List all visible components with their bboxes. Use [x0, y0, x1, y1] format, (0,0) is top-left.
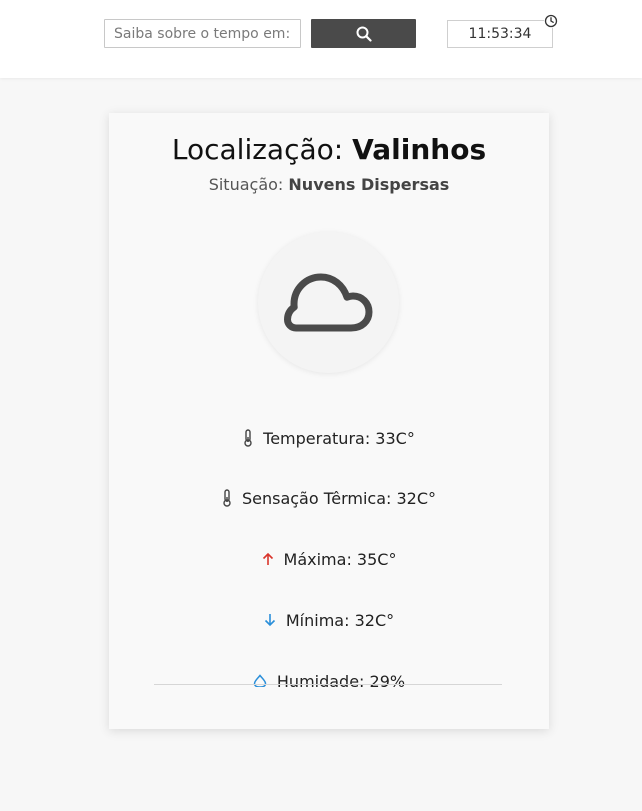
arrow-up-icon [262, 552, 274, 566]
search-input[interactable] [104, 19, 301, 48]
situation-line: Situação: Nuvens Dispersas [109, 175, 549, 194]
weather-icon-circle [258, 232, 399, 373]
clock-display: 11:53:34 [447, 20, 553, 48]
cloud-icon [283, 273, 372, 331]
stat-temperature-label: Temperatura: 33C° [263, 428, 415, 448]
search-icon [356, 26, 372, 42]
stat-min-label: Mínima: 32C° [285, 610, 395, 630]
divider [154, 684, 502, 685]
situation-label: Situação: [208, 175, 284, 194]
clock-icon [544, 14, 558, 28]
stat-temperature: Temperatura: 33C° [109, 423, 549, 453]
stat-min: Mínima: 32C° [109, 605, 549, 635]
stat-max-label: Máxima: 35C° [283, 549, 397, 569]
location-title: Localização: Valinhos [109, 133, 549, 166]
thermometer-icon [222, 489, 232, 507]
stat-feels-like-label: Sensação Têrmica: 32C° [241, 488, 437, 508]
situation-value: Nuvens Dispersas [288, 175, 450, 194]
stat-max: Máxima: 35C° [109, 544, 549, 574]
top-bar: 11:53:34 [0, 0, 642, 78]
stat-feels-like: Sensação Têrmica: 32C° [109, 483, 549, 513]
location-label: Localização: [171, 133, 344, 166]
location-city: Valinhos [352, 133, 487, 166]
weather-card: Localização: Valinhos Situação: Nuvens D… [109, 113, 549, 729]
search-button[interactable] [311, 19, 416, 48]
droplet-icon [253, 674, 267, 687]
thermometer-icon [243, 429, 253, 447]
clock-time: 11:53:34 [468, 26, 532, 42]
arrow-down-icon [264, 613, 276, 627]
stats-list: Temperatura: 33C° Sensação Têrmica: 32C°… [109, 423, 549, 687]
